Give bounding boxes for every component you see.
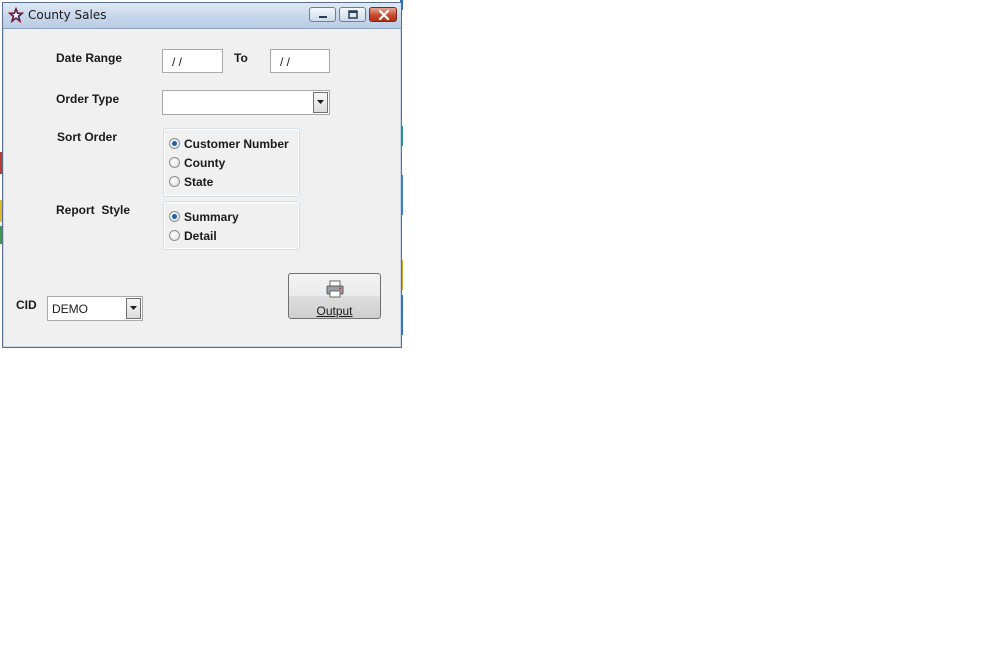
cid-dropdown-button[interactable] — [126, 298, 141, 319]
chevron-down-icon — [317, 100, 324, 104]
minimize-button[interactable] — [309, 7, 336, 22]
chevron-down-icon — [130, 306, 137, 310]
title-bar[interactable]: County Sales — [3, 3, 401, 29]
output-button-label: Output — [316, 304, 353, 318]
sort-option-label: Customer Number — [184, 137, 289, 151]
maximize-icon — [348, 10, 358, 19]
close-button[interactable] — [369, 7, 397, 22]
radio-button-selected[interactable] — [169, 138, 180, 149]
order-type-dropdown-button[interactable] — [313, 92, 328, 113]
radio-button-selected[interactable] — [169, 211, 180, 222]
cid-value: DEMO — [52, 302, 88, 316]
printer-icon — [326, 280, 344, 298]
cid-label: CID — [16, 298, 37, 312]
report-style-label: Report Style — [56, 203, 131, 217]
window-title: County Sales — [28, 8, 107, 22]
sort-order-label: Sort Order — [57, 130, 118, 144]
maximize-button[interactable] — [339, 7, 366, 22]
sort-option-label: State — [184, 175, 214, 189]
star-icon[interactable] — [7, 6, 25, 24]
date-range-label: Date Range — [56, 51, 123, 65]
report-option-label: Detail — [184, 229, 217, 243]
output-button[interactable]: Output — [288, 273, 381, 319]
report-style-group: Summary Detail — [163, 201, 300, 250]
order-type-select[interactable] — [162, 90, 330, 115]
order-type-label: Order Type — [56, 92, 120, 106]
cid-select[interactable]: DEMO — [47, 296, 143, 321]
radio-button[interactable] — [169, 157, 180, 168]
date-from-field[interactable]: / / — [162, 49, 223, 73]
date-to-label: To — [234, 51, 248, 65]
sort-option-label: County — [184, 156, 226, 170]
radio-button[interactable] — [169, 176, 180, 187]
date-to-field[interactable]: / / — [270, 49, 330, 73]
sort-order-group: Customer Number County State — [163, 128, 300, 197]
close-icon — [378, 9, 390, 21]
radio-button[interactable] — [169, 230, 180, 241]
minimize-icon — [319, 16, 327, 18]
report-option-label: Summary — [184, 210, 239, 224]
county-sales-window: County Sales Date Range / / To / / Order… — [2, 2, 402, 348]
